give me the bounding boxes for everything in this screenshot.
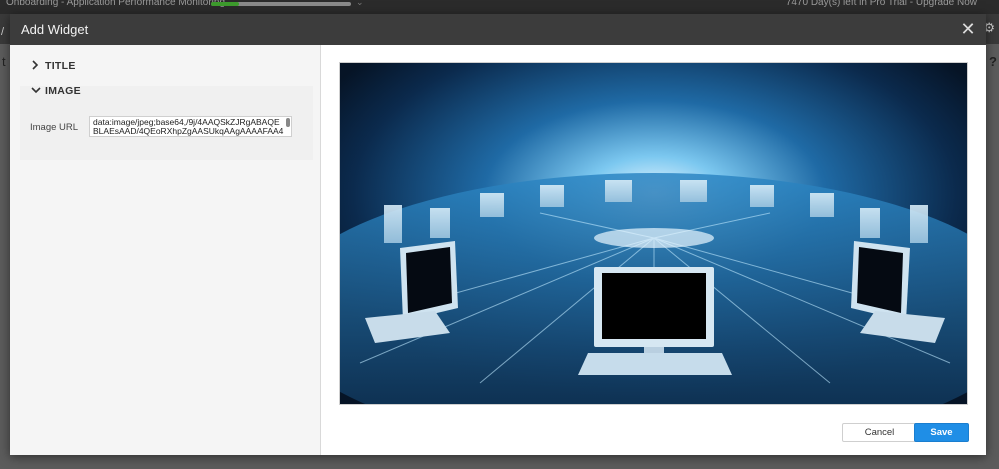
image-url-label: Image URL <box>30 122 79 133</box>
widget-config-panel: TITLE IMAGE Image URL data:image/jpeg;ba… <box>10 45 321 455</box>
section-image: IMAGE Image URL data:image/jpeg;base64,/… <box>20 85 313 160</box>
section-title[interactable]: TITLE <box>31 55 311 77</box>
onboarding-link[interactable]: Onboarding - Application Performance Mon… <box>6 0 225 8</box>
image-url-value: data:image/jpeg;base64,/9j/4AAQSkZJRgABA… <box>93 117 284 137</box>
add-widget-dialog: Add Widget ✕ TITLE IMAGE Image URL data:… <box>10 14 986 455</box>
network-illustration <box>340 63 967 404</box>
save-button[interactable]: Save <box>914 423 969 442</box>
chevron-down-icon <box>31 85 43 97</box>
trial-upgrade-link[interactable]: 7470 Day(s) left in Pro Trial - Upgrade … <box>786 0 977 8</box>
section-title-header[interactable]: TITLE <box>31 55 311 77</box>
cancel-button[interactable]: Cancel <box>842 423 917 442</box>
onboarding-bar: Onboarding - Application Performance Mon… <box>0 0 999 14</box>
onboarding-progress-fill <box>211 2 239 6</box>
section-title-label: TITLE <box>45 60 76 72</box>
background-title-fragment: t <box>2 54 6 69</box>
chevron-right-icon <box>31 59 43 73</box>
image-preview <box>339 62 968 405</box>
onboarding-progress <box>211 2 351 6</box>
section-image-header[interactable]: IMAGE <box>31 80 81 102</box>
section-image-label: IMAGE <box>45 85 81 97</box>
background-help-icon: ? <box>989 54 997 69</box>
image-url-scrollbar[interactable] <box>286 118 290 127</box>
chevron-down-icon[interactable]: ⌄ <box>356 0 364 7</box>
background-edge-char: / <box>1 26 5 38</box>
dialog-header: Add Widget ✕ <box>10 14 986 45</box>
image-url-row: Image URL data:image/jpeg;base64,/9j/4AA… <box>30 116 300 144</box>
image-url-input[interactable]: data:image/jpeg;base64,/9j/4AAQSkZJRgABA… <box>89 116 292 137</box>
close-icon[interactable]: ✕ <box>958 19 978 39</box>
dialog-title: Add Widget <box>21 22 89 37</box>
